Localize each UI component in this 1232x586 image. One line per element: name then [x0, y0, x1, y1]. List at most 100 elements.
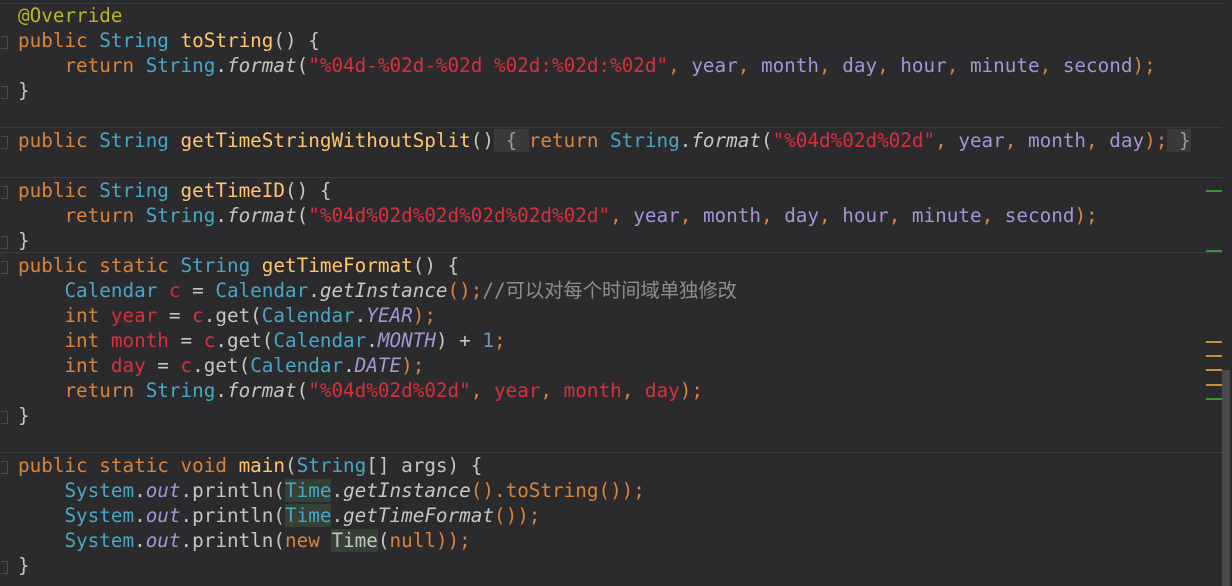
string-literal: "%04d%02d%02d" [772, 129, 936, 152]
type-name: Calendar [250, 354, 344, 377]
code-line[interactable]: public static void main(String[] args) { [18, 453, 482, 478]
type-name: String [99, 129, 169, 152]
punctuation: () [470, 129, 494, 152]
punctuation: , [540, 379, 564, 402]
punctuation: , [668, 54, 692, 77]
field-ref: day [784, 204, 820, 227]
punctuation: ()); [493, 504, 541, 527]
type-name: System [64, 504, 135, 527]
code-line[interactable]: int month = c.get(Calendar.MONTH) + 1; [18, 328, 505, 353]
fold-marker-icon[interactable] [1, 86, 8, 99]
keyword: new [285, 529, 320, 552]
error-stripe-marker[interactable] [1206, 341, 1222, 343]
field-ref: year [691, 54, 738, 77]
keyword: public [18, 129, 88, 152]
code-line[interactable]: } [18, 553, 30, 578]
type-name: System [64, 529, 135, 552]
static-field: out [145, 504, 181, 527]
code-line[interactable]: public String getTimeStringWithoutSplit(… [18, 128, 1191, 153]
folded-block-open[interactable]: { [493, 129, 529, 152]
local-var: c [168, 279, 181, 302]
static-field: out [145, 479, 181, 502]
fold-marker-icon[interactable] [1, 261, 8, 274]
punctuation: , [610, 204, 634, 227]
method-call: format [226, 54, 297, 77]
method-call: .println( [180, 529, 286, 552]
punctuation: ().toString()); [470, 479, 645, 502]
type-name: Time [331, 529, 378, 552]
fold-marker-icon[interactable] [1, 561, 8, 574]
code-line[interactable]: System.out.println(new Time(null)); [18, 528, 471, 553]
punctuation: . [331, 504, 344, 527]
code-line[interactable]: @Override [18, 3, 122, 28]
code-line[interactable]: System.out.println(Time.getTimeFormat())… [18, 503, 540, 528]
punctuation: , [819, 204, 843, 227]
code-line[interactable]: public static String getTimeFormat() { [18, 253, 459, 278]
field-ref: year [958, 129, 1005, 152]
punctuation: , [679, 204, 703, 227]
error-stripe-marker[interactable] [1206, 369, 1222, 371]
field-ref: hour [900, 54, 947, 77]
static-field: out [145, 529, 181, 552]
punctuation: ); [401, 354, 425, 377]
code-line[interactable]: return String.format("%04d-%02d-%02d %02… [18, 53, 1155, 78]
punctuation: , [1004, 129, 1028, 152]
code-line[interactable]: public String getTimeID() { [18, 178, 331, 203]
type-name: String [99, 29, 169, 52]
type-name: Time [285, 504, 332, 527]
punctuation: ( [296, 379, 309, 402]
error-stripe-marker[interactable] [1206, 398, 1222, 400]
method-name: main [238, 454, 286, 477]
error-stripe-marker[interactable] [1206, 384, 1222, 386]
method-call: format [691, 129, 761, 152]
code-line[interactable]: int year = c.get(Calendar.YEAR); [18, 303, 436, 328]
keyword: null [389, 529, 436, 552]
code-line[interactable]: System.out.println(Time.getInstance().to… [18, 478, 645, 503]
fold-marker-icon[interactable] [1, 411, 8, 424]
scrollbar-thumb[interactable] [1222, 370, 1230, 586]
field-ref: second [1062, 54, 1133, 77]
punctuation: . [215, 379, 227, 402]
error-stripe-marker[interactable] [1206, 355, 1222, 357]
code-line[interactable]: return String.format("%04d%02d%02d%02d%0… [18, 203, 1097, 228]
field-ref: minute [911, 204, 982, 227]
folded-block-close[interactable]: } [1167, 129, 1191, 152]
punctuation: ( [296, 54, 309, 77]
local-var: year [110, 304, 158, 327]
method-call: .get( [203, 304, 262, 327]
code-line[interactable]: public String toString() { [18, 28, 320, 53]
punctuation: , [470, 379, 494, 402]
local-var: month [563, 379, 622, 402]
operator: = [180, 279, 216, 302]
fold-marker-icon[interactable] [1, 36, 8, 49]
punctuation: , [737, 54, 761, 77]
code-line[interactable]: return String.format("%04d%02d%02d", yea… [18, 378, 703, 403]
fold-marker-icon[interactable] [1, 461, 8, 474]
error-stripe-marker[interactable] [1206, 190, 1222, 192]
punctuation: . [134, 504, 146, 527]
punctuation: . [134, 479, 146, 502]
keyword: public [18, 454, 88, 477]
vertical-scrollbar[interactable] [1222, 0, 1232, 586]
method-separator [0, 3, 1222, 4]
punctuation: () { [273, 29, 320, 52]
method-call: format [226, 204, 297, 227]
type-name: String [145, 204, 216, 227]
code-line[interactable]: } [18, 228, 30, 253]
fold-marker-icon[interactable] [1, 186, 8, 199]
fold-marker-icon[interactable] [1, 136, 8, 149]
code-line[interactable]: } [18, 403, 30, 428]
code-line[interactable]: } [18, 78, 30, 103]
punctuation: . [215, 204, 227, 227]
punctuation: ); [412, 304, 436, 327]
error-stripe-marker[interactable] [1206, 250, 1222, 252]
field-ref: second [1004, 204, 1075, 227]
type-name: String [610, 129, 680, 152]
code-line[interactable]: Calendar c = Calendar.getInstance();//可以… [18, 278, 737, 303]
fold-marker-icon[interactable] [1, 236, 8, 249]
code-line[interactable]: int day = c.get(Calendar.DATE); [18, 353, 424, 378]
punctuation: , [760, 204, 785, 227]
type-name: Calendar [215, 279, 309, 302]
